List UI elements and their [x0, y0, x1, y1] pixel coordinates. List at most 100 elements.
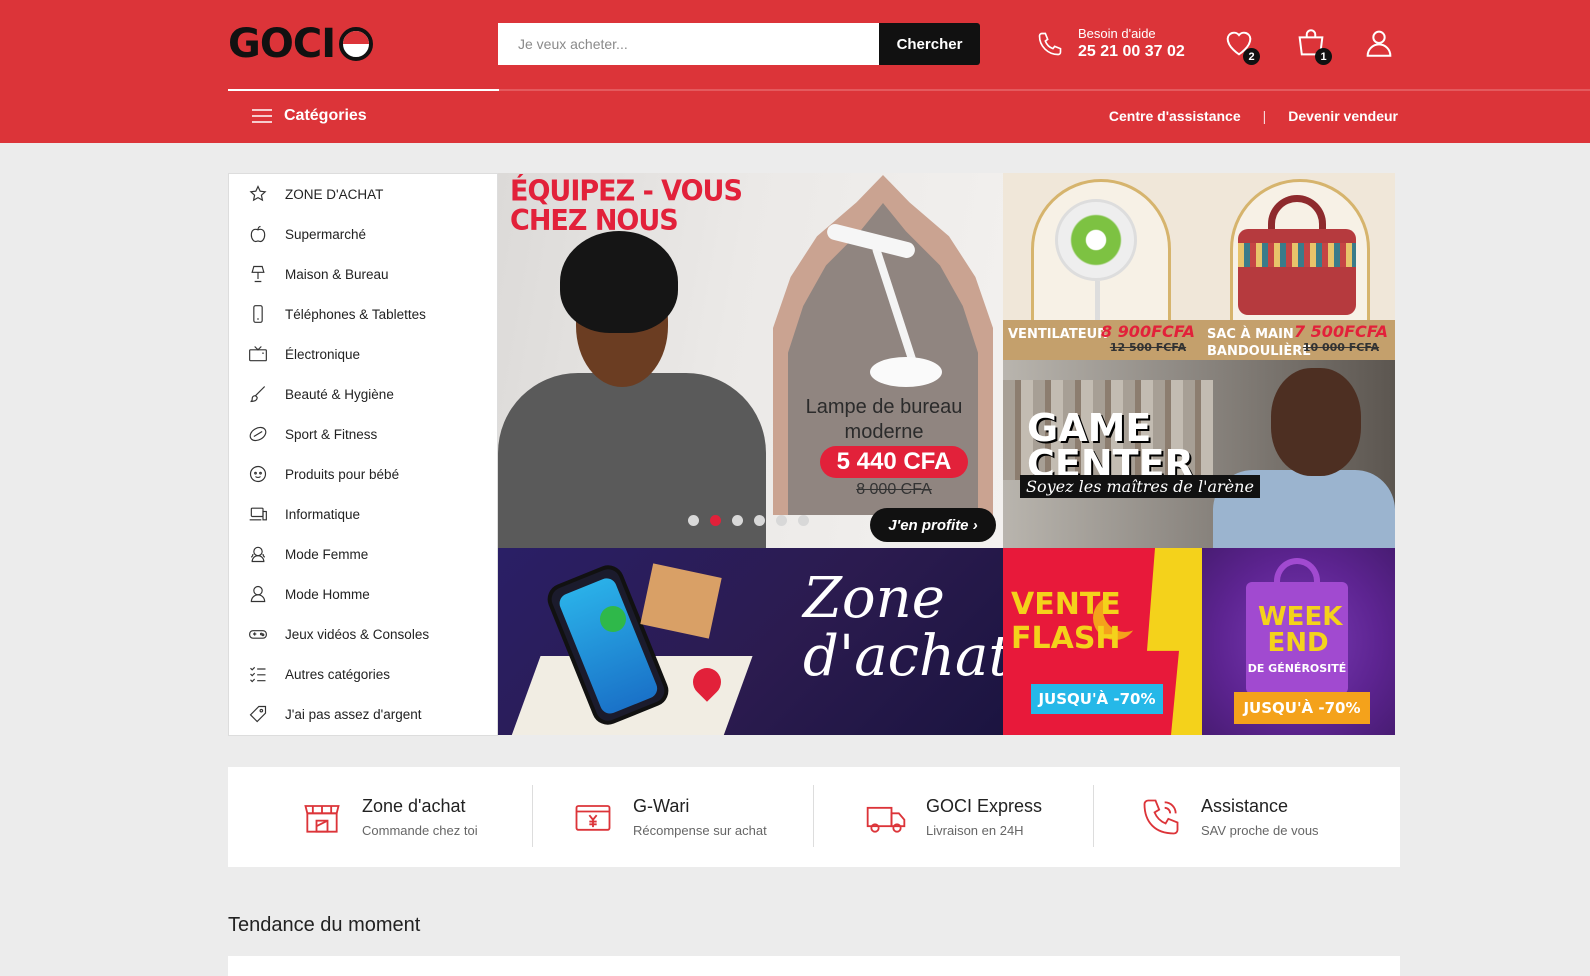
- feature-assistance[interactable]: Assistance SAV proche de vous: [1139, 767, 1319, 867]
- sidebar-item-maison[interactable]: Maison & Bureau: [229, 254, 499, 294]
- feature-goci-express[interactable]: GOCI Express Livraison en 24H: [864, 767, 1042, 867]
- fan-price-value: 8 900FCFA: [1100, 322, 1195, 341]
- product-price: 5 440 CFA: [820, 446, 968, 478]
- cart-button[interactable]: 1: [1294, 26, 1332, 65]
- help-contact[interactable]: Besoin d'aide 25 21 00 37 02: [1036, 26, 1185, 61]
- sidebar-item-label: Autres catégories: [285, 666, 391, 682]
- star-icon: [247, 183, 269, 205]
- categories-toggle[interactable]: Catégories: [252, 107, 367, 125]
- categories-label: Catégories: [284, 107, 367, 124]
- wishlist-button[interactable]: 2: [1222, 26, 1260, 65]
- apple-icon: [247, 223, 269, 245]
- zone-title-line1: Zone: [803, 566, 945, 631]
- gamepad-icon: [247, 623, 269, 645]
- carousel-dot[interactable]: [776, 515, 787, 526]
- feature-title: Assistance: [1201, 796, 1289, 816]
- feature-subtitle: Livraison en 24H: [926, 823, 1024, 838]
- sidebar-item-label: Sport & Fitness: [285, 426, 378, 442]
- sidebar-item-label: Informatique: [285, 506, 361, 522]
- sidebar-item-label: Supermarché: [285, 226, 367, 242]
- yen-wallet-icon: [575, 805, 611, 831]
- bag-pattern: [1238, 243, 1356, 267]
- carousel-dot[interactable]: [798, 515, 809, 526]
- sidebar-item-label: Mode Femme: [285, 546, 369, 562]
- become-seller-link[interactable]: Devenir vendeur: [1288, 108, 1398, 124]
- week-end-subtitle: DE GÉNÉROSITÉ: [1247, 662, 1347, 675]
- week-end-banner[interactable]: WEEK END DE GÉNÉROSITÉ JUSQU'À -70%: [1202, 548, 1395, 735]
- lamp-icon: [247, 263, 269, 285]
- sidebar-item-mode-homme[interactable]: Mode Homme: [229, 574, 499, 614]
- woman-headwrap: [560, 231, 678, 333]
- sidebar-item-informatique[interactable]: Informatique: [229, 494, 499, 534]
- baby-icon: [247, 463, 269, 485]
- phone-call-icon: [1143, 799, 1179, 835]
- feature-subtitle: Commande chez toi: [362, 823, 478, 838]
- banner-title-line1: ÉQUIPEZ - VOUS: [510, 175, 743, 209]
- zone-achat-banner[interactable]: Zone d'achat: [498, 548, 1003, 735]
- features-strip: Zone d'achat Commande chez toi G-Wari Ré…: [228, 767, 1400, 867]
- week-title-line1: WEEK: [1258, 602, 1343, 632]
- fan-price: 8 900FCFA 12 500 FCFA: [1101, 322, 1195, 354]
- logo[interactable]: GOCI: [228, 21, 374, 67]
- help-phone: 25 21 00 37 02: [1078, 43, 1185, 60]
- product-name: Lampe de bureau moderne: [805, 396, 963, 443]
- sidebar-item-supermarche[interactable]: Supermarché: [229, 214, 499, 254]
- account-button[interactable]: [1362, 26, 1398, 62]
- search-button[interactable]: Chercher: [879, 23, 980, 65]
- phone-icon: [247, 303, 269, 325]
- sidebar-item-label: Jeux vidéos & Consoles: [285, 626, 430, 642]
- week-end-title: WEEK END: [1258, 602, 1343, 656]
- feature-title: GOCI Express: [926, 796, 1043, 816]
- parcel-box-image: [640, 563, 722, 639]
- sidebar-item-electronique[interactable]: Électronique: [229, 334, 499, 374]
- feature-subtitle: Récompense sur achat: [633, 823, 767, 838]
- lamp-base: [870, 357, 942, 387]
- help-center-link[interactable]: Centre d'assistance: [1109, 108, 1241, 124]
- cta-button[interactable]: J'en profite ›: [870, 508, 996, 542]
- check-icon: [600, 606, 626, 632]
- carousel-dot-active[interactable]: [710, 515, 721, 526]
- fan-image: [1055, 199, 1137, 281]
- search-input[interactable]: [498, 23, 879, 65]
- sidebar-item-mode-femme[interactable]: Mode Femme: [229, 534, 499, 574]
- sidebar-item-label: Maison & Bureau: [285, 266, 389, 282]
- feature-zone-achat[interactable]: Zone d'achat Commande chez toi: [300, 767, 478, 867]
- list-icon: [247, 663, 269, 685]
- sidebar-item-label: J'ai pas assez d'argent: [285, 706, 422, 722]
- sidebar-item-jeux[interactable]: Jeux vidéos & Consoles: [229, 614, 499, 654]
- bag-price-value: 7 500FCFA: [1293, 322, 1388, 341]
- trending-products-panel: [228, 956, 1400, 976]
- tag-icon: [247, 703, 269, 725]
- sidebar-item-beaute[interactable]: Beauté & Hygiène: [229, 374, 499, 414]
- sidebar-item-telephones[interactable]: Téléphones & Tablettes: [229, 294, 499, 334]
- help-label: Besoin d'aide: [1078, 26, 1156, 41]
- bag-price: 7 500FCFA 10 000 FCFA: [1294, 322, 1388, 354]
- carousel-dots: [688, 515, 820, 526]
- carousel-dot[interactable]: [688, 515, 699, 526]
- search-bar: Chercher: [498, 23, 980, 65]
- game-center-banner[interactable]: GAME CENTER Soyez les maîtres de l'arène: [1003, 360, 1395, 548]
- fan-promo-banner[interactable]: VENTILATEUR 8 900FCFA 12 500 FCFA: [1003, 173, 1202, 360]
- zone-achat-title: Zone d'achat: [803, 570, 1003, 686]
- banner-title: ÉQUIPEZ - VOUS CHEZ NOUS: [510, 175, 743, 237]
- main-carousel-banner[interactable]: ÉQUIPEZ - VOUS CHEZ NOUS Lampe de bureau…: [498, 173, 1003, 548]
- phone-icon: [1038, 32, 1062, 55]
- sidebar-item-autres[interactable]: Autres catégories: [229, 654, 499, 694]
- sidebar-item-label: Mode Homme: [285, 586, 370, 602]
- bag-promo-banner[interactable]: SAC À MAIN BANDOULIÈRE 7 500FCFA 10 000 …: [1202, 173, 1395, 360]
- man-icon: [247, 583, 269, 605]
- feature-title: Zone d'achat: [362, 796, 466, 816]
- game-title-line1: GAME: [1027, 406, 1152, 450]
- sidebar-item-bebe[interactable]: Produits pour bébé: [229, 454, 499, 494]
- fan-price-bar: VENTILATEUR 8 900FCFA 12 500 FCFA: [1003, 320, 1202, 360]
- feature-g-wari[interactable]: G-Wari Récompense sur achat: [571, 767, 767, 867]
- sidebar-item-sport[interactable]: Sport & Fitness: [229, 414, 499, 454]
- sidebar-item-pas-assez-argent[interactable]: J'ai pas assez d'argent: [229, 694, 499, 734]
- carousel-dot[interactable]: [754, 515, 765, 526]
- feature-divider: [1093, 785, 1094, 847]
- vente-flash-banner[interactable]: VENTE FLASH JUSQU'À -70%: [1003, 548, 1202, 735]
- feature-divider: [532, 785, 533, 847]
- carousel-dot[interactable]: [732, 515, 743, 526]
- flash-discount-badge: JUSQU'À -70%: [1031, 684, 1163, 714]
- sidebar-item-zone-achat[interactable]: ZONE D'ACHAT: [229, 174, 499, 214]
